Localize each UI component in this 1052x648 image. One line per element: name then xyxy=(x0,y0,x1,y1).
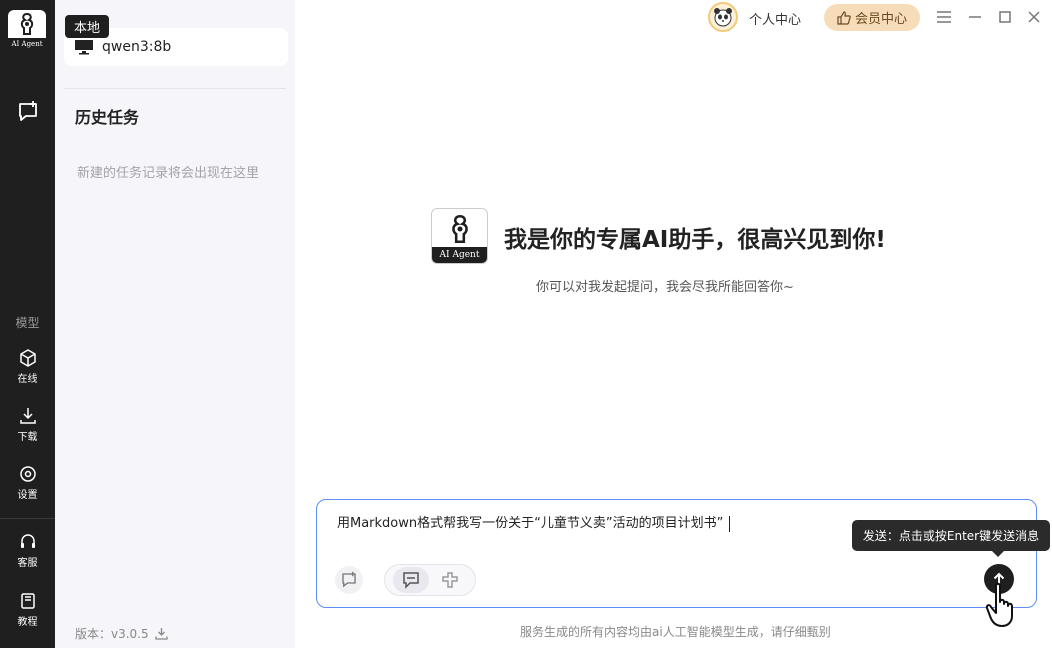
minimize-button[interactable] xyxy=(966,8,984,26)
rail-item-label: 设置 xyxy=(17,490,38,501)
history-sidebar xyxy=(55,0,295,648)
chat-bubble-icon xyxy=(402,572,419,589)
vip-center-label: 会员中心 xyxy=(854,12,907,27)
minimize-icon xyxy=(969,16,981,18)
agent-mode-button[interactable] xyxy=(432,567,468,593)
close-button[interactable] xyxy=(1025,8,1043,26)
hand-logo-icon xyxy=(452,214,468,243)
version-label: 版本：v3.0.5 xyxy=(75,627,149,641)
avatar[interactable] xyxy=(708,2,738,32)
rail-item-label: 客服 xyxy=(17,558,38,569)
version-info[interactable]: 版本：v3.0.5 xyxy=(75,625,168,642)
local-tag: 本地 xyxy=(65,15,110,38)
chat-input-box[interactable]: 用Markdown格式帮我写一份关于“儿童节义卖”活动的项目计划书” xyxy=(316,499,1037,608)
logo-caption: AI Agent xyxy=(11,40,43,48)
rail-item-label: 下载 xyxy=(17,432,38,443)
hand-cursor-icon xyxy=(984,582,1024,634)
welcome-title: 我是你的专属AI助手，很高兴见到你! xyxy=(504,227,886,253)
assistant-logo-caption: AI Agent xyxy=(432,247,487,263)
maximize-icon xyxy=(999,11,1011,23)
disclaimer-text: 服务生成的所有内容均由ai人工智能模型生成，请仔细甄别 xyxy=(520,625,831,639)
text-caret xyxy=(729,515,731,532)
rail-item-download[interactable]: 下载 xyxy=(0,407,55,443)
monitor-icon xyxy=(75,40,93,55)
rail-item-label: 教程 xyxy=(17,617,38,628)
vip-center-button[interactable]: 会员中心 xyxy=(824,4,920,31)
mode-toggle-group xyxy=(384,564,476,596)
panda-avatar-icon xyxy=(714,8,732,27)
download-icon xyxy=(19,408,36,424)
settings-icon xyxy=(19,466,36,482)
cube-icon xyxy=(19,349,36,367)
maximize-button[interactable] xyxy=(996,8,1014,26)
new-topic-button[interactable] xyxy=(335,566,363,594)
chat-input-value: 用Markdown格式帮我写一份关于“儿童节义卖”活动的项目计划书” xyxy=(337,516,724,531)
model-section-label: 模型 xyxy=(15,316,40,330)
personal-center-link[interactable]: 个人中心 xyxy=(749,9,801,28)
send-tooltip: 发送：点击或按Enter键发送消息 xyxy=(852,520,1050,557)
rail-item-online[interactable]: 在线 xyxy=(0,349,55,385)
welcome-subtitle: 你可以对我发起提问，我会尽我所能回答你~ xyxy=(536,280,794,295)
download-icon xyxy=(154,628,168,640)
plugin-icon xyxy=(441,572,458,588)
chat-mode-button[interactable] xyxy=(392,567,429,593)
hand-logo-icon xyxy=(8,10,46,38)
rail-item-settings[interactable]: 设置 xyxy=(0,465,55,501)
close-icon xyxy=(1028,11,1040,23)
sidebar-divider xyxy=(64,88,286,89)
rail-item-label: 在线 xyxy=(17,374,38,385)
left-rail: AI Agent 模型 在线 下载 设置 客服 教程 xyxy=(0,0,55,648)
assistant-logo: AI Agent xyxy=(431,208,488,264)
chat-input[interactable]: 用Markdown格式帮我写一份关于“儿童节义卖”活动的项目计划书” xyxy=(337,512,731,532)
thumbs-up-icon xyxy=(837,10,851,25)
top-bar: 个人中心 会员中心 xyxy=(295,0,1052,36)
menu-icon xyxy=(937,11,951,23)
menu-button[interactable] xyxy=(935,8,953,26)
headset-icon xyxy=(20,534,35,548)
history-title: 历史任务 xyxy=(75,108,140,127)
app-logo[interactable]: AI Agent xyxy=(5,10,49,54)
new-chat-icon xyxy=(342,571,356,588)
model-name: qwen3:8b xyxy=(102,39,172,55)
rail-item-support[interactable]: 客服 xyxy=(0,533,55,569)
history-empty-text: 新建的任务记录将会出现在这里 xyxy=(77,166,260,181)
new-chat-icon xyxy=(18,101,37,121)
new-chat-button[interactable] xyxy=(0,100,55,124)
book-icon xyxy=(20,593,35,609)
rail-item-tutorial[interactable]: 教程 xyxy=(0,592,55,628)
rail-divider xyxy=(0,518,55,519)
